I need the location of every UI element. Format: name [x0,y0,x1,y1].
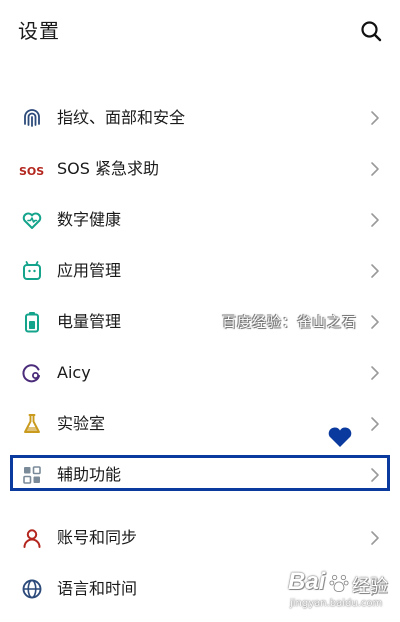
heart-icon [328,427,352,447]
account-icon [23,529,41,548]
chevron-right-icon [371,417,379,431]
chevron-right-icon [371,366,379,380]
lab-flask-icon [24,414,40,433]
chevron-right-icon [371,315,379,329]
settings-item-label: 电量管理 [57,312,122,331]
app-management-icon [23,261,41,280]
baidu-logo-text: Bai [288,568,326,595]
globe-icon [22,579,42,599]
settings-item-label: 指纹、面部和安全 [57,108,186,127]
highlight-box [10,455,390,491]
settings-item-sos[interactable]: SOS SOS 紧急求助 [0,144,400,194]
settings-item-app-management[interactable]: 应用管理 [0,246,400,296]
fingerprint-icon [24,109,40,127]
sos-badge-text: SOS [19,165,45,178]
settings-item-digital-wellbeing[interactable]: 数字健康 [0,195,400,245]
settings-item-account-sync[interactable]: 账号和同步 [0,513,400,563]
settings-item-label: SOS 紧急求助 [57,159,159,178]
settings-item-label: 语言和时间 [57,579,138,598]
settings-item-aicy[interactable]: Aicy [0,348,400,398]
chevron-right-icon [371,264,379,278]
chevron-right-icon [371,162,379,176]
aicy-icon [22,364,40,383]
chevron-right-icon [371,531,379,545]
sos-icon: SOS [19,160,47,178]
watermark-text: 百度经验：雀山之石 [222,315,357,331]
chevron-right-icon [371,111,379,125]
watermark-url: jingyan.baidu.com [290,598,383,609]
settings-item-label: 实验室 [57,414,106,433]
settings-item-label: 应用管理 [57,261,122,280]
baidu-jingyan-logo: Bai 经验 [288,566,396,600]
settings-item-label: 账号和同步 [57,528,138,547]
paw-icon [329,574,349,592]
chevron-right-icon [371,213,379,227]
settings-item-label: Aicy [57,363,91,382]
settings-item-label: 数字健康 [57,210,122,229]
settings-list: 指纹、面部和安全 SOS SOS 紧急求助 数字健康 应用管理 电量管理 Aic… [0,0,400,622]
settings-item-fingerprint[interactable]: 指纹、面部和安全 [0,93,400,143]
digital-wellbeing-icon [22,212,42,229]
jingyan-text: 经验 [352,576,388,597]
battery-icon [25,312,39,333]
